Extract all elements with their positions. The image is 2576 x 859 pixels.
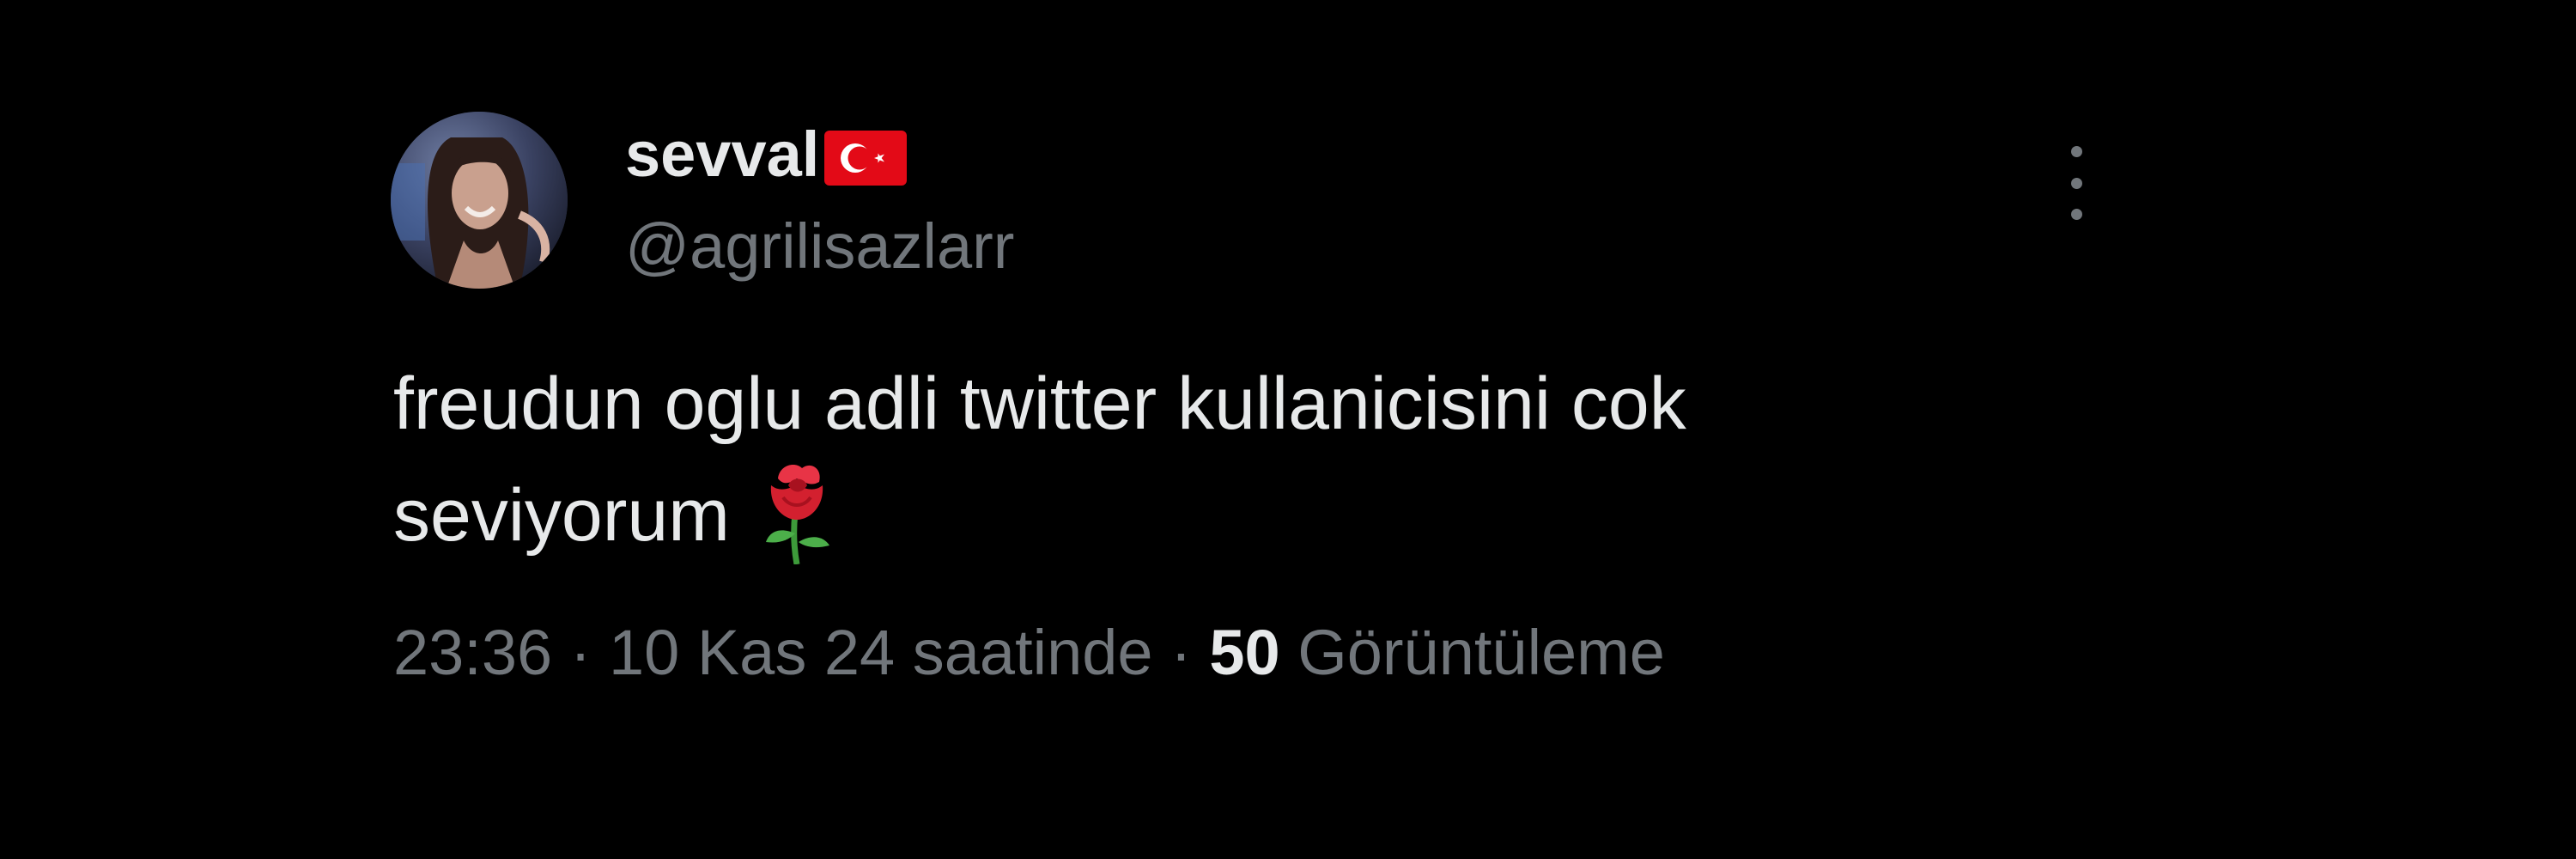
more-dot (2070, 177, 2082, 189)
user-handle[interactable]: @agrilisazlarr (625, 210, 1014, 283)
tweet-date[interactable]: 10 Kas 24 saatinde (609, 617, 1153, 688)
views-label-text[interactable]: Görüntüleme (1297, 617, 1665, 688)
display-name-row[interactable]: sevval (625, 120, 908, 189)
meta-separator: · (1152, 617, 1210, 688)
views-count[interactable]: 50 (1209, 617, 1279, 688)
tweet-meta: 23:36 · 10 Kas 24 saatinde · 50 Görüntül… (393, 614, 1665, 691)
rose-emoji-icon (754, 460, 840, 564)
tweet-time[interactable]: 23:36 (393, 617, 552, 688)
tweet-text-line-1: freudun oglu adli twitter kullanicisini … (393, 362, 1686, 445)
tweet-text: freudun oglu adli twitter kullanicisini … (393, 348, 2282, 571)
turkey-flag-icon (824, 131, 908, 186)
display-name[interactable]: sevval (625, 120, 819, 189)
avatar-image (391, 112, 568, 289)
meta-separator: · (552, 617, 609, 688)
tweet-text-line-2: seviyorum (393, 474, 730, 557)
more-vertical-icon[interactable] (2052, 146, 2100, 220)
more-dot (2070, 209, 2082, 220)
tweet-text-line-2-wrap: seviyorum (393, 460, 2282, 571)
tweet-card: sevval @agrilisazlarr freudun oglu adli … (0, 0, 2576, 859)
avatar[interactable] (391, 112, 568, 289)
more-dot (2070, 146, 2082, 157)
views-label: Görüntüleme (1280, 617, 1665, 688)
